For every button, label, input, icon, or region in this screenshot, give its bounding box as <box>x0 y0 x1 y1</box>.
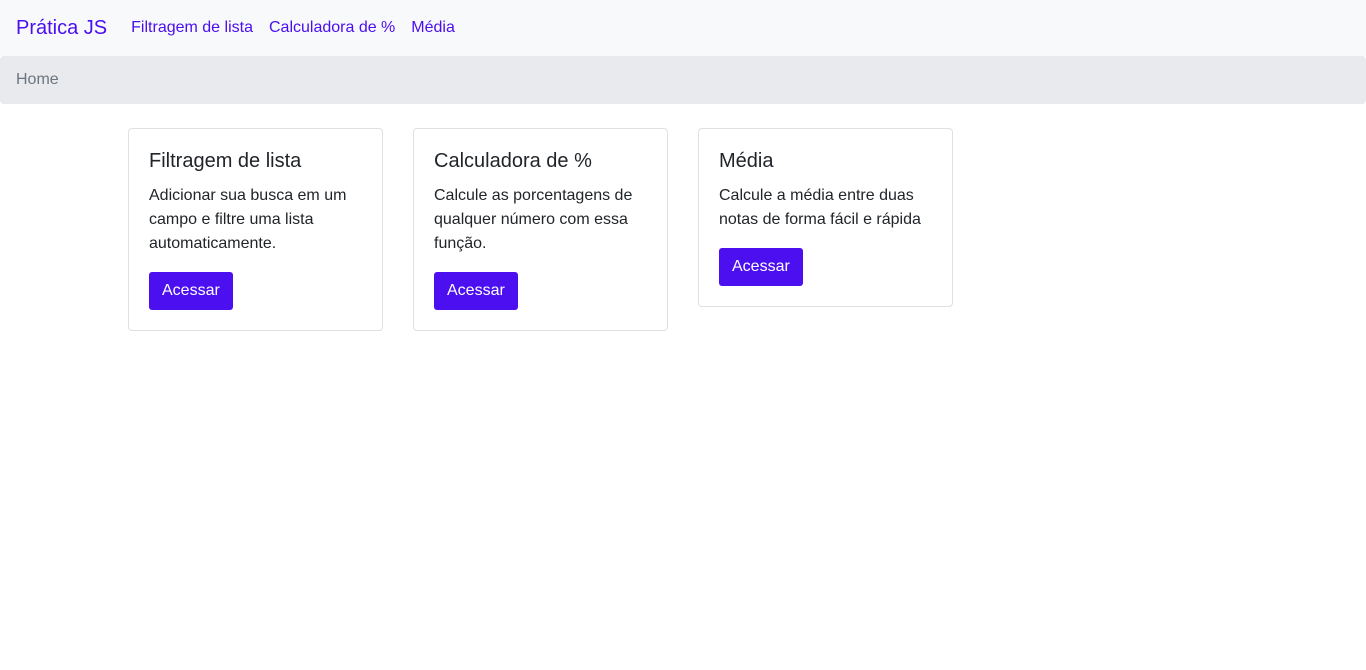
brand-link[interactable]: Prática JS <box>16 18 107 38</box>
acessar-filtragem-button[interactable]: Acessar <box>149 272 233 310</box>
card-title: Média <box>719 150 774 172</box>
nav-link-media[interactable]: Média <box>411 19 455 37</box>
card-text: Adicionar sua busca em um campo e filtre… <box>149 187 347 252</box>
nav-link-calculadora[interactable]: Calculadora de % <box>269 19 395 37</box>
top-navbar: Prática JS Filtragem de lista Calculador… <box>0 0 1366 56</box>
nav-links: Filtragem de lista Calculadora de % Médi… <box>131 19 471 37</box>
card-calculadora: Calculadora de % Calcule as porcentagens… <box>413 128 668 331</box>
breadcrumb-item-home: Home <box>16 71 59 88</box>
acessar-media-button[interactable]: Acessar <box>719 248 803 286</box>
nav-link-filtragem[interactable]: Filtragem de lista <box>131 19 253 37</box>
card-title: Filtragem de lista <box>149 150 302 172</box>
breadcrumb: Home <box>0 56 1366 104</box>
acessar-calculadora-button[interactable]: Acessar <box>434 272 518 310</box>
card-text: Calcule a média entre duas notas de form… <box>719 187 921 228</box>
card-text: Calcule as porcentagens de qualquer núme… <box>434 187 633 252</box>
card-filtragem: Filtragem de lista Adicionar sua busca e… <box>128 128 383 331</box>
cards-container: Filtragem de lista Adicionar sua busca e… <box>0 128 1366 331</box>
card-media: Média Calcule a média entre duas notas d… <box>698 128 953 307</box>
card-title: Calculadora de % <box>434 150 592 172</box>
